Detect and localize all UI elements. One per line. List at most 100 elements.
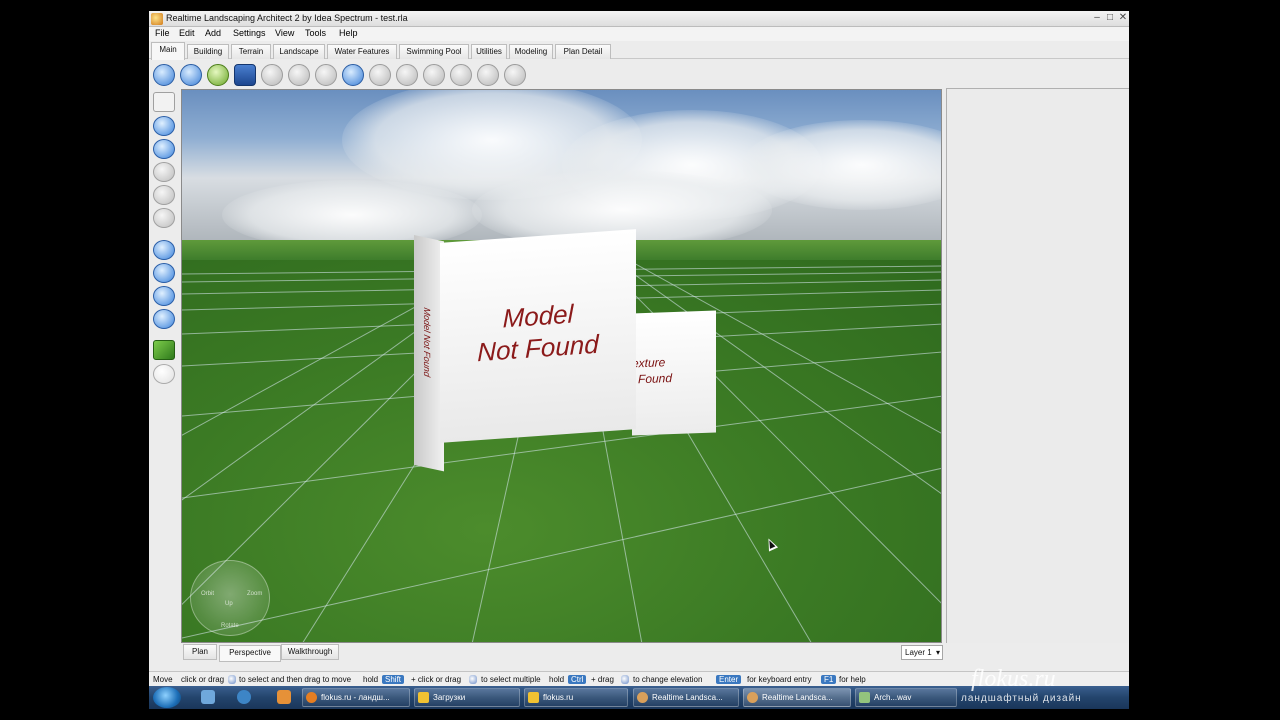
compass-right-label: Zoom [247,591,263,597]
shape-2-icon[interactable] [477,64,499,86]
pan-view-icon[interactable] [153,139,175,159]
model-not-found-text: Model Not Found [440,293,636,371]
texture-text-line2: Found [638,371,673,387]
tab-landscape[interactable]: Landscape [273,44,325,59]
line-draw-icon[interactable] [153,64,175,86]
tab-main[interactable]: Main [151,42,185,60]
tab-walkthrough[interactable]: Walkthrough [281,644,339,660]
menu-help[interactable]: Help [339,28,358,38]
paste-icon[interactable] [315,64,337,86]
enter-key-badge: Enter [716,675,742,684]
status-text-3: hold [363,675,379,684]
taskbar-item-rla-1[interactable]: Realtime Landsca... [633,688,739,707]
application-window: Realtime Landscaping Architect 2 by Idea… [149,11,1129,709]
rotate-view-icon[interactable] [153,116,175,136]
mouse-icon [621,675,629,684]
taskbar-item-firefox[interactable]: flokus.ru - ландш... [302,688,410,707]
status-text-8: to change elevation [633,675,703,684]
tool-c-icon[interactable] [153,208,175,228]
app-icon [151,13,163,25]
tab-building[interactable]: Building [187,44,229,59]
window-title: Realtime Landscaping Architect 2 by Idea… [166,13,408,23]
desktop-icon[interactable] [201,690,215,704]
menu-add[interactable]: Add [205,28,221,38]
tab-swimming-pool[interactable]: Swimming Pool [399,44,469,59]
audio-icon [859,692,870,703]
compass-left-label: Orbit [201,591,215,597]
firefox-icon [306,692,317,703]
taskbar-item-rla-2[interactable]: Realtime Landsca... [743,688,851,707]
view-tabs: Plan Perspective Walkthrough [181,644,942,662]
zoom-icon[interactable] [153,263,175,283]
site-watermark: flokus.ru ландшафтный дизайн [941,666,1129,706]
texture-not-found-text: exture Found [632,353,716,388]
minimize-button[interactable]: – [1091,12,1103,24]
save-icon[interactable] [234,64,256,86]
tab-utilities[interactable]: Utilities [471,44,507,59]
status-mode: Move [153,675,173,684]
tab-terrain[interactable]: Terrain [231,44,271,59]
shape-3-icon[interactable] [504,64,526,86]
select-arrow-icon[interactable] [153,92,175,112]
tab-water-features[interactable]: Water Features [327,44,397,59]
stamp-icon[interactable] [369,64,391,86]
toolbar [149,60,1129,88]
magnet-icon[interactable] [153,364,175,384]
watermark-logo-text: flokus.ru [971,666,1056,692]
folder-icon [528,692,539,703]
menu-settings[interactable]: Settings [233,28,266,38]
layer-select[interactable]: Layer 1 [901,645,943,660]
paint-icon[interactable] [342,64,364,86]
copy-icon[interactable] [288,64,310,86]
shape-1-icon[interactable] [450,64,472,86]
tab-perspective[interactable]: Perspective [219,645,281,662]
menu-edit[interactable]: Edit [179,28,195,38]
tab-plan[interactable]: Plan [183,644,217,660]
menu-view[interactable]: View [275,28,294,38]
fence-icon[interactable] [423,64,445,86]
status-text-6: hold [549,675,565,684]
close-button[interactable]: ✕ [1117,12,1129,24]
menu-tools[interactable]: Tools [305,28,326,38]
compass-center-label: Up [225,601,233,607]
status-text-5: to select multiple [481,675,541,684]
hand-icon[interactable] [153,240,175,260]
orbit-icon[interactable] [153,309,175,329]
model-box[interactable]: Model Not Found [440,229,636,443]
status-text-10: for help [839,675,866,684]
status-text-1: click or drag [181,675,225,684]
table-icon[interactable] [396,64,418,86]
tab-modeling[interactable]: Modeling [509,44,553,59]
open-folder-icon[interactable] [207,64,229,86]
rla-app-icon [637,692,648,703]
texture-panel[interactable]: exture Found [632,310,716,436]
properties-panel [946,88,1129,643]
ie-icon[interactable] [237,690,251,704]
curve-draw-icon[interactable] [180,64,202,86]
watermark-tagline: ландшафтный дизайн [961,693,1082,704]
taskbar-item-downloads[interactable]: Загрузки [414,688,520,707]
downloads-icon[interactable] [277,690,291,704]
3d-viewport[interactable]: Model Not Found exture Found Model Not F… [181,89,942,643]
side-model-text: Model Not Found [422,306,432,378]
navigation-compass[interactable]: Orbit Zoom Up Rotate [190,560,270,636]
taskbar-item-flokus[interactable]: flokus.ru [524,688,628,707]
maximize-button[interactable]: □ [1104,12,1116,24]
shift-key-badge: Shift [382,675,405,684]
zoom-extents-icon[interactable] [153,286,175,306]
ctrl-key-badge: Ctrl [568,675,587,684]
tab-plan-detail[interactable]: Plan Detail [555,44,611,59]
cut-icon[interactable] [261,64,283,86]
status-text-7: + drag [591,675,614,684]
grass-icon[interactable] [153,340,175,360]
status-text-9: for keyboard entry [747,675,812,684]
folder-icon [418,692,429,703]
status-text-2: to select and then drag to move [239,675,352,684]
tool-b-icon[interactable] [153,185,175,205]
start-button-icon[interactable] [153,687,181,708]
left-toolbar [149,88,179,656]
menu-file[interactable]: File [155,28,170,38]
mouse-icon [228,675,236,684]
mouse-icon [469,675,477,684]
tool-a-icon[interactable] [153,162,175,182]
